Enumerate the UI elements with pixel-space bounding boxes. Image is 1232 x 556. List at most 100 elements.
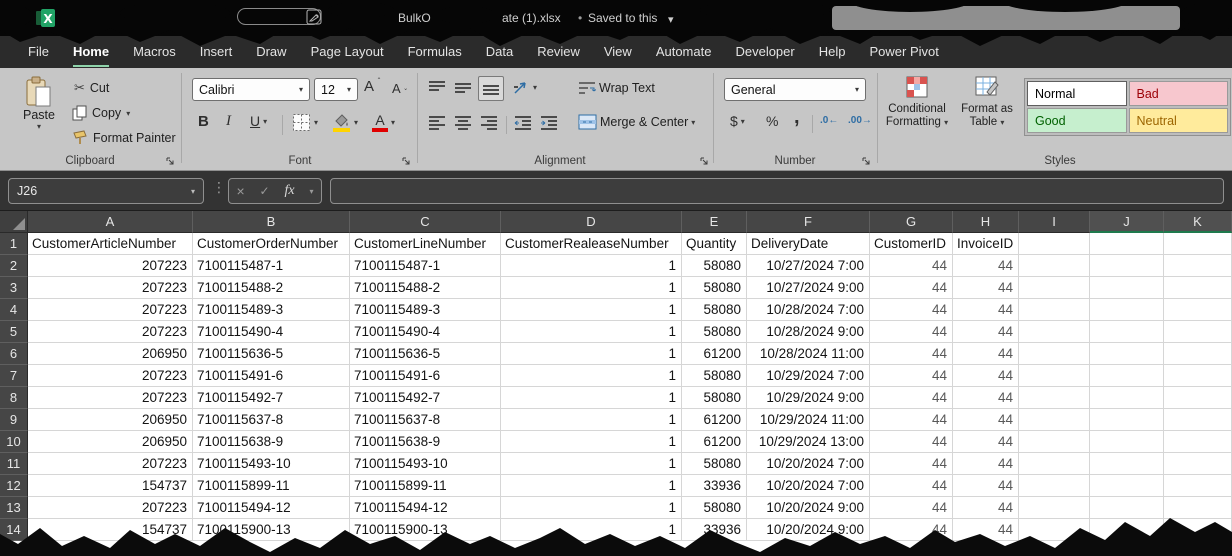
cell-E5[interactable]: 58080 [682,321,747,343]
cell-C8[interactable]: 7100115492-7 [350,387,501,409]
cell-J3[interactable] [1090,277,1164,299]
orientation-button[interactable]: ▾ [512,78,537,96]
column-header-E[interactable]: E [682,211,747,233]
cell-C2[interactable]: 7100115487-1 [350,255,501,277]
cell-B7[interactable]: 7100115491-6 [193,365,350,387]
cell-style-neutral[interactable]: Neutral [1129,108,1229,133]
increase-indent-button[interactable] [540,114,558,130]
cell-K14[interactable] [1164,519,1232,541]
cell-A1[interactable]: CustomerArticleNumber [28,233,193,255]
paste-button[interactable]: Paste ▾ [14,76,64,158]
cell-I11[interactable] [1019,453,1090,475]
document-title-right[interactable]: ate (1).xlsx [502,8,561,28]
row-header-14[interactable]: 14 [0,519,28,541]
cell-E12[interactable]: 33936 [682,475,747,497]
cell-A3[interactable]: 207223 [28,277,193,299]
cell-I10[interactable] [1019,431,1090,453]
select-all-corner[interactable] [0,211,28,233]
tab-insert[interactable]: Insert [188,36,245,68]
cell-C4[interactable]: 7100115489-3 [350,299,501,321]
cell-B8[interactable]: 7100115492-7 [193,387,350,409]
cell-G13[interactable]: 44 [870,497,953,519]
tab-view[interactable]: View [592,36,644,68]
cell-C12[interactable]: 7100115899-11 [350,475,501,497]
cell-K9[interactable] [1164,409,1232,431]
row-header-10[interactable]: 10 [0,431,28,453]
font-color-button[interactable]: A ▾ [372,112,395,132]
copy-button[interactable]: Copy ▾ [72,103,130,123]
cell-G7[interactable]: 44 [870,365,953,387]
cell-style-bad[interactable]: Bad [1129,81,1229,106]
cell-E11[interactable]: 58080 [682,453,747,475]
cell-style-good[interactable]: Good [1027,108,1127,133]
tab-help[interactable]: Help [807,36,858,68]
cell-H7[interactable]: 44 [953,365,1019,387]
conditional-formatting-button[interactable]: Conditional Formatting ▾ [884,76,950,129]
cell-A4[interactable]: 207223 [28,299,193,321]
tab-home[interactable]: Home [61,36,121,68]
cell-D13[interactable]: 1 [501,497,682,519]
cell-D8[interactable]: 1 [501,387,682,409]
cell-D6[interactable]: 1 [501,343,682,365]
cell-A9[interactable]: 206950 [28,409,193,431]
cell-G2[interactable]: 44 [870,255,953,277]
cell-D2[interactable]: 1 [501,255,682,277]
title-chevron-icon[interactable]: ▾ [668,10,674,30]
cell-D5[interactable]: 1 [501,321,682,343]
cell-I3[interactable] [1019,277,1090,299]
cell-F3[interactable]: 10/27/2024 9:00 [747,277,870,299]
cell-F4[interactable]: 10/28/2024 7:00 [747,299,870,321]
cell-D9[interactable]: 1 [501,409,682,431]
increase-decimal-button[interactable]: .0← [820,115,838,126]
row-header-4[interactable]: 4 [0,299,28,321]
percent-style-button[interactable]: % [766,113,778,129]
cell-B14[interactable]: 7100115900-13 [193,519,350,541]
cell-J1[interactable] [1090,233,1164,255]
cell-C14[interactable]: 7100115900-13 [350,519,501,541]
cut-button[interactable]: ✂ Cut [74,78,109,98]
tab-draw[interactable]: Draw [244,36,298,68]
column-header-C[interactable]: C [350,211,501,233]
cell-F13[interactable]: 10/20/2024 9:00 [747,497,870,519]
cell-F14[interactable]: 10/20/2024 9:00 [747,519,870,541]
cell-J14[interactable] [1090,519,1164,541]
cell-I6[interactable] [1019,343,1090,365]
number-dialog-launcher-icon[interactable] [862,157,871,166]
cell-F12[interactable]: 10/20/2024 7:00 [747,475,870,497]
cell-C3[interactable]: 7100115488-2 [350,277,501,299]
font-name-select[interactable]: Calibri▾ [192,78,310,101]
cell-J8[interactable] [1090,387,1164,409]
cell-E7[interactable]: 58080 [682,365,747,387]
cell-A5[interactable]: 207223 [28,321,193,343]
cell-C5[interactable]: 7100115490-4 [350,321,501,343]
cell-G10[interactable]: 44 [870,431,953,453]
cell-J5[interactable] [1090,321,1164,343]
merge-center-button[interactable]: Merge & Center ▾ [578,114,695,130]
cell-B9[interactable]: 7100115637-8 [193,409,350,431]
cell-K7[interactable] [1164,365,1232,387]
cell-J11[interactable] [1090,453,1164,475]
cell-G11[interactable]: 44 [870,453,953,475]
decrease-indent-button[interactable] [514,114,532,130]
cell-A13[interactable]: 207223 [28,497,193,519]
cell-G1[interactable]: CustomerID [870,233,953,255]
cell-J9[interactable] [1090,409,1164,431]
cell-E3[interactable]: 58080 [682,277,747,299]
tab-formulas[interactable]: Formulas [396,36,474,68]
row-header-6[interactable]: 6 [0,343,28,365]
cell-E2[interactable]: 58080 [682,255,747,277]
cell-D7[interactable]: 1 [501,365,682,387]
cell-A6[interactable]: 206950 [28,343,193,365]
cell-F8[interactable]: 10/29/2024 9:00 [747,387,870,409]
cell-D3[interactable]: 1 [501,277,682,299]
column-header-F[interactable]: F [747,211,870,233]
cell-E1[interactable]: Quantity [682,233,747,255]
column-header-B[interactable]: B [193,211,350,233]
align-top-button[interactable] [428,80,446,96]
cell-H5[interactable]: 44 [953,321,1019,343]
cell-H6[interactable]: 44 [953,343,1019,365]
cell-J7[interactable] [1090,365,1164,387]
cell-I4[interactable] [1019,299,1090,321]
cell-style-normal[interactable]: Normal [1027,81,1127,106]
cell-B12[interactable]: 7100115899-11 [193,475,350,497]
